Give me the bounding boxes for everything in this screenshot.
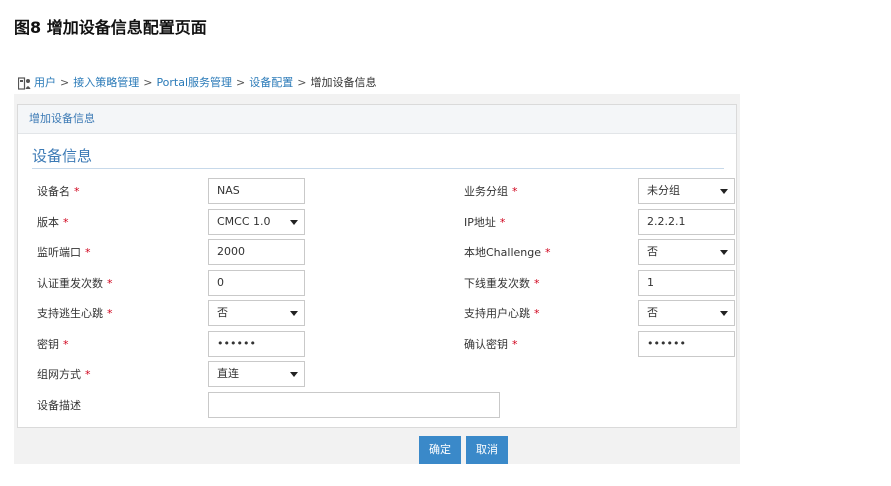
required-mark: * xyxy=(545,246,551,259)
required-mark: * xyxy=(107,277,113,290)
escape-heartbeat-label: 支持逃生心跳 * xyxy=(37,306,113,322)
breadcrumb-separator: > xyxy=(143,76,153,89)
secret-key-input[interactable]: •••••• xyxy=(208,331,305,357)
breadcrumb: 用户 > 接入策略管理 > Portal服务管理 > 设备配置 > 增加设备信息 xyxy=(14,72,740,94)
auth-retry-input[interactable]: 0 xyxy=(208,270,305,296)
description-label: 设备描述 xyxy=(37,399,81,412)
version-select[interactable]: CMCC 1.0 xyxy=(208,209,305,235)
label-text: 支持逃生心跳 xyxy=(37,307,103,320)
user-heartbeat-select[interactable]: 否 xyxy=(638,300,735,326)
ip-address-input[interactable]: 2.2.2.1 xyxy=(638,209,735,235)
local-challenge-label: 本地Challenge * xyxy=(464,245,551,261)
required-mark: * xyxy=(63,216,69,229)
device-name-label: 设备名 * xyxy=(37,184,80,200)
label-text: 监听端口 xyxy=(37,246,81,259)
device-name-input[interactable]: NAS xyxy=(208,178,305,204)
required-mark: * xyxy=(512,185,518,198)
required-mark: * xyxy=(534,277,540,290)
label-text: 设备名 xyxy=(37,185,70,198)
breadcrumb-separator: > xyxy=(297,76,307,89)
label-text: 确认密钥 xyxy=(464,338,508,351)
required-mark: * xyxy=(499,216,506,229)
offline-retry-label: 下线重发次数 * xyxy=(464,276,540,292)
network-mode-select[interactable]: 直连 xyxy=(208,361,305,387)
panel-header: 增加设备信息 xyxy=(18,105,736,134)
breadcrumb-item-device-config[interactable]: 设备配置 xyxy=(249,76,293,89)
label-text: 密钥 xyxy=(37,338,59,351)
breadcrumb-item-access-policy[interactable]: 接入策略管理 xyxy=(73,76,139,89)
auth-retry-label: 认证重发次数 * xyxy=(37,276,113,292)
breadcrumb-item-user[interactable]: 用户 xyxy=(34,76,56,89)
breadcrumb-separator: > xyxy=(236,76,246,89)
label-text: 版本 xyxy=(37,216,59,229)
offline-retry-input[interactable]: 1 xyxy=(638,270,735,296)
description-input[interactable] xyxy=(208,392,500,418)
required-mark: * xyxy=(63,338,69,351)
label-text: 下线重发次数 xyxy=(464,277,530,290)
listen-port-label: 监听端口 * xyxy=(37,245,91,261)
label-text: 认证重发次数 xyxy=(37,277,103,290)
label-text: 组网方式 xyxy=(37,368,81,381)
required-mark: * xyxy=(85,368,91,381)
required-mark: * xyxy=(74,185,80,198)
breadcrumb-trail: 用户 > 接入策略管理 > Portal服务管理 > 设备配置 > 增加设备信息 xyxy=(34,72,376,94)
label-text: 业务分组 xyxy=(464,185,508,198)
user-heartbeat-label: 支持用户心跳 * xyxy=(464,306,540,322)
ok-button[interactable]: 确定 xyxy=(419,436,461,464)
network-mode-label: 组网方式 * xyxy=(37,367,91,383)
escape-heartbeat-select[interactable]: 否 xyxy=(208,300,305,326)
secret-key-label: 密钥 * xyxy=(37,337,69,353)
label-text: 本地Challenge xyxy=(464,246,541,259)
breadcrumb-current: 增加设备信息 xyxy=(310,76,377,89)
user-access-icon xyxy=(17,76,31,90)
required-mark: * xyxy=(534,307,540,320)
cancel-button[interactable]: 取消 xyxy=(466,436,508,464)
breadcrumb-separator: > xyxy=(60,76,70,89)
label-text: IP地址 xyxy=(464,216,496,229)
add-device-panel: 增加设备信息 设备信息 设备名 * NAS 版本 * CMCC 1.0 监听端口 * … xyxy=(17,104,737,428)
section-title: 设备信息 xyxy=(32,145,724,169)
listen-port-input[interactable]: 2000 xyxy=(208,239,305,265)
figure-caption: 图8 增加设备信息配置页面 xyxy=(14,18,207,37)
required-mark: * xyxy=(107,307,113,320)
service-group-label: 业务分组 * xyxy=(464,184,518,200)
ip-address-label: IP地址 * xyxy=(464,215,505,231)
local-challenge-select[interactable]: 否 xyxy=(638,239,735,265)
version-label: 版本 * xyxy=(37,215,69,231)
app-frame: 用户 > 接入策略管理 > Portal服务管理 > 设备配置 > 增加设备信息 增加设备信息 … xyxy=(14,72,740,464)
required-mark: * xyxy=(512,338,518,351)
breadcrumb-item-portal-service[interactable]: Portal服务管理 xyxy=(156,76,232,89)
confirm-key-label: 确认密钥 * xyxy=(464,337,518,353)
label-text: 支持用户心跳 xyxy=(464,307,530,320)
required-mark: * xyxy=(85,246,91,259)
service-group-select[interactable]: 未分组 xyxy=(638,178,735,204)
confirm-key-input[interactable]: •••••• xyxy=(638,331,735,357)
